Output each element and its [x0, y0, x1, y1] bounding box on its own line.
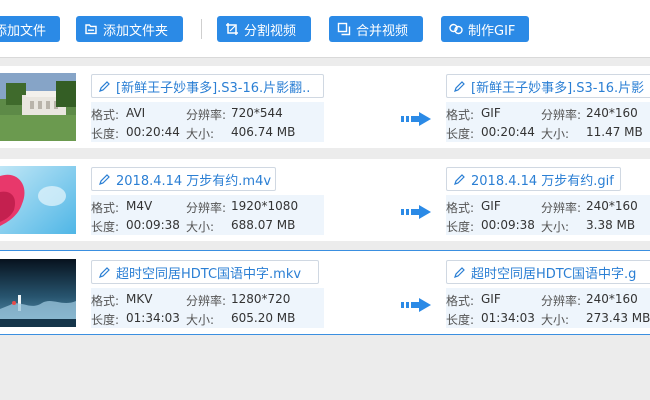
source-filename[interactable]: 超时空同居HDTC国语中字.mkv	[91, 260, 319, 284]
resolution-label: 分辨率:	[186, 294, 227, 308]
resolution-value: 1280*720	[231, 292, 291, 306]
format-label: 格式:	[91, 108, 120, 122]
size-value: 11.47 MB	[586, 125, 643, 139]
size-label: 大小:	[186, 127, 215, 141]
make-gif-label: 制作GIF	[468, 23, 516, 39]
source-filename-text: 超时空同居HDTC国语中字.mkv	[116, 266, 302, 282]
add-file-button[interactable]: 添加文件	[0, 16, 60, 42]
duration-value: 00:09:38	[481, 218, 535, 232]
format-value: GIF	[481, 199, 501, 213]
resolution-label: 分辨率:	[541, 108, 582, 122]
source-filename[interactable]: [新鲜王子妙事多].S3-16.片影翻..	[91, 74, 324, 98]
pencil-icon	[453, 80, 466, 93]
duration-label: 长度:	[446, 127, 475, 141]
source-filename[interactable]: 2018.4.14 万步有约.m4v	[91, 167, 276, 191]
size-value: 605.20 MB	[231, 311, 296, 325]
pencil-icon	[453, 266, 466, 279]
format-value: AVI	[126, 106, 146, 120]
format-label: 格式:	[446, 294, 475, 308]
add-folder-label: 添加文件夹	[103, 23, 169, 39]
duration-label: 长度:	[91, 313, 120, 327]
duration-label: 长度:	[446, 313, 475, 327]
split-video-button[interactable]: 分割视频	[217, 16, 311, 42]
merge-icon	[337, 22, 351, 36]
size-value: 273.43 MB	[586, 311, 650, 325]
output-info: 格式: GIF 分辨率: 240*160 长度: 00:09:38 大小: 3.…	[446, 195, 650, 235]
duration-value: 01:34:03	[481, 311, 535, 325]
duration-value: 00:09:38	[126, 218, 180, 232]
format-label: 格式:	[91, 201, 120, 215]
resolution-value: 1920*1080	[231, 199, 299, 213]
format-value: M4V	[126, 199, 153, 213]
merge-video-button[interactable]: 合并视频	[329, 16, 423, 42]
video-thumbnail	[0, 73, 76, 141]
source-info: 格式: AVI 分辨率: 720*544 长度: 00:20:44 大小: 40…	[91, 102, 324, 142]
source-info: 格式: MKV 分辨率: 1280*720 长度: 01:34:03 大小: 6…	[91, 288, 324, 328]
convert-arrow-icon	[401, 204, 431, 219]
pencil-icon	[453, 173, 466, 186]
convert-arrow-icon	[401, 297, 431, 312]
duration-label: 长度:	[91, 127, 120, 141]
make-gif-button[interactable]: 制作GIF	[441, 16, 529, 42]
resolution-label: 分辨率:	[186, 201, 227, 215]
add-file-label: 添加文件	[0, 23, 47, 39]
source-filename-text: 2018.4.14 万步有约.m4v	[116, 173, 272, 189]
video-thumbnail	[0, 259, 76, 327]
toolbar: 添加文件 添加文件夹 分割视频 合并视频 制作GIF	[0, 0, 650, 58]
duration-value: 00:20:44	[481, 125, 535, 139]
resolution-value: 240*160	[586, 292, 638, 306]
size-label: 大小:	[186, 220, 215, 234]
gif-icon	[449, 22, 463, 36]
size-label: 大小:	[541, 220, 570, 234]
resolution-value: 720*544	[231, 106, 283, 120]
size-label: 大小:	[541, 127, 570, 141]
convert-arrow-icon	[401, 111, 431, 126]
size-value: 688.07 MB	[231, 218, 296, 232]
output-filename-text: [新鲜王子妙事多].S3-16.片影	[471, 80, 645, 96]
file-row[interactable]: [新鲜王子妙事多].S3-16.片影翻.. 格式: AVI 分辨率: 720*5…	[0, 66, 650, 148]
split-icon	[225, 22, 239, 36]
output-info: 格式: GIF 分辨率: 240*160 长度: 01:34:03 大小: 27…	[446, 288, 650, 328]
folder-icon	[84, 22, 98, 36]
resolution-value: 240*160	[586, 106, 638, 120]
format-label: 格式:	[91, 294, 120, 308]
size-label: 大小:	[186, 313, 215, 327]
output-filename[interactable]: 2018.4.14 万步有约.gif	[446, 167, 621, 191]
format-value: MKV	[126, 292, 153, 306]
toolbar-divider	[201, 19, 202, 39]
merge-video-label: 合并视频	[356, 23, 409, 39]
file-row[interactable]: 2018.4.14 万步有约.m4v 格式: M4V 分辨率: 1920*108…	[0, 159, 650, 241]
output-filename[interactable]: [新鲜王子妙事多].S3-16.片影	[446, 74, 650, 98]
resolution-label: 分辨率:	[541, 201, 582, 215]
output-info: 格式: GIF 分辨率: 240*160 长度: 00:20:44 大小: 11…	[446, 102, 650, 142]
resolution-label: 分辨率:	[541, 294, 582, 308]
add-folder-button[interactable]: 添加文件夹	[76, 16, 183, 42]
duration-value: 00:20:44	[126, 125, 180, 139]
size-value: 406.74 MB	[231, 125, 296, 139]
format-label: 格式:	[446, 201, 475, 215]
resolution-label: 分辨率:	[186, 108, 227, 122]
duration-label: 长度:	[446, 220, 475, 234]
split-video-label: 分割视频	[244, 23, 297, 39]
size-value: 3.38 MB	[586, 218, 636, 232]
output-filename-text: 2018.4.14 万步有约.gif	[471, 173, 614, 189]
size-label: 大小:	[541, 313, 570, 327]
duration-value: 01:34:03	[126, 311, 180, 325]
video-thumbnail	[0, 166, 76, 234]
pencil-icon	[98, 80, 111, 93]
format-value: GIF	[481, 292, 501, 306]
pencil-icon	[98, 266, 111, 279]
format-label: 格式:	[446, 108, 475, 122]
resolution-value: 240*160	[586, 199, 638, 213]
format-value: GIF	[481, 106, 501, 120]
output-filename-text: 超时空同居HDTC国语中字.g	[471, 266, 637, 282]
output-filename[interactable]: 超时空同居HDTC国语中字.g	[446, 260, 650, 284]
source-info: 格式: M4V 分辨率: 1920*1080 长度: 00:09:38 大小: …	[91, 195, 324, 235]
source-filename-text: [新鲜王子妙事多].S3-16.片影翻..	[116, 80, 311, 96]
pencil-icon	[98, 173, 111, 186]
file-row-selected[interactable]: 超时空同居HDTC国语中字.mkv 格式: MKV 分辨率: 1280*720 …	[0, 250, 650, 335]
duration-label: 长度:	[91, 220, 120, 234]
